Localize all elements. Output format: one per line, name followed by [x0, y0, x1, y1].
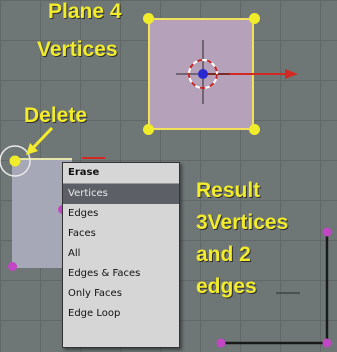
transform-manipulator-icon — [176, 40, 298, 104]
selected-vertex — [9, 155, 21, 167]
erase-menu-item-edges-faces[interactable]: Edges & Faces — [63, 264, 179, 284]
erase-menu-item-only-faces[interactable]: Only Faces — [63, 284, 179, 304]
annotation-delete: Delete — [24, 104, 88, 127]
erase-menu: Erase Vertices Edges Faces All Edges & Faces… — [62, 162, 180, 348]
erase-menu-title: Erase — [63, 163, 179, 184]
erase-menu-item-vertices[interactable]: Vertices — [63, 184, 179, 204]
annotation-vertices: Vertices — [37, 38, 118, 61]
annotation-result-2: 3Vertices — [196, 211, 289, 234]
erase-menu-items: Vertices Edges Faces All Edges & Faces Only F… — [63, 184, 179, 324]
3d-viewport[interactable]: Plane 4 Vertices Delete Result 3Vertices… — [0, 0, 337, 352]
erase-menu-item-faces[interactable]: Faces — [63, 224, 179, 244]
erase-menu-item-all[interactable]: All — [63, 244, 179, 264]
annotation-result-1: Result — [196, 179, 261, 202]
annotation-result-4: edges — [196, 275, 257, 298]
annotation-plane4: Plane 4 — [48, 0, 122, 23]
erase-menu-item-edges[interactable]: Edges — [63, 204, 179, 224]
delete-arrow — [26, 126, 54, 155]
annotation-result-3: and 2 — [196, 243, 251, 266]
erase-menu-item-edge-loop[interactable]: Edge Loop — [63, 304, 179, 324]
